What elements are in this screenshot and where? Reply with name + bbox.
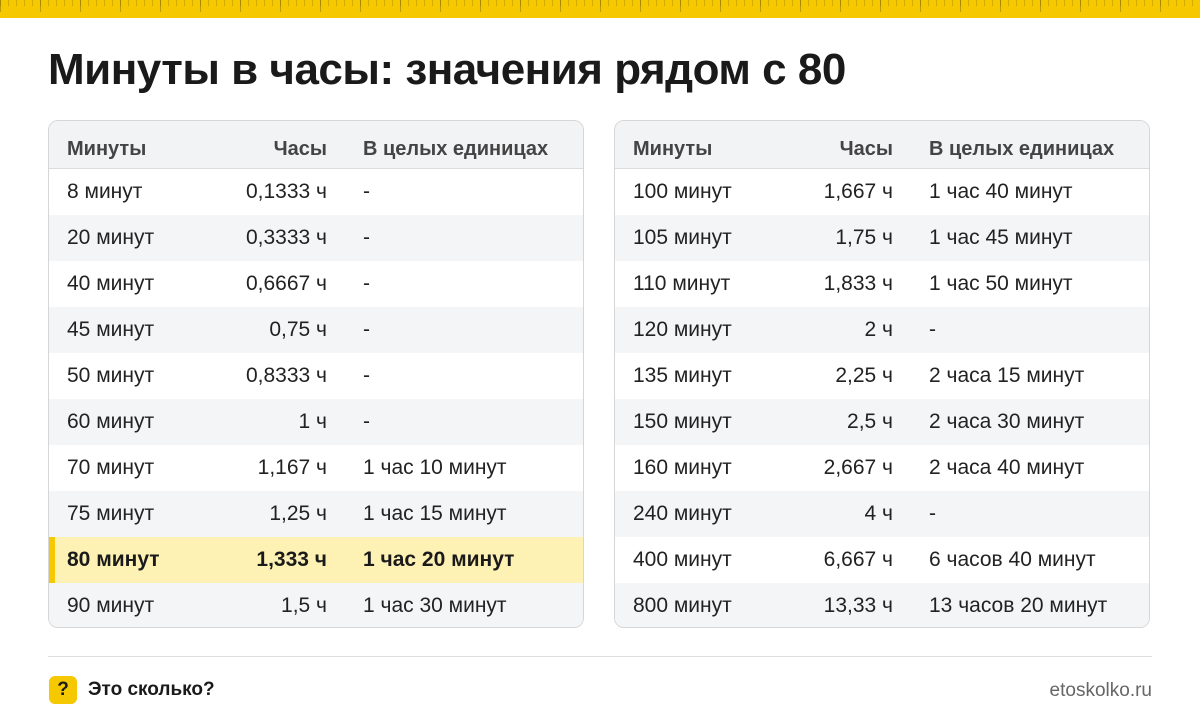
cell-hours: 1,25 ч: [269, 502, 327, 525]
cell-hours: 1,333 ч: [256, 548, 327, 571]
cell-minutes: 8 минут: [67, 180, 143, 203]
table-row: 45 минут 0,75 ч -: [49, 307, 583, 353]
cell-minutes: 160 минут: [633, 456, 732, 479]
brand-name: Это сколько?: [88, 679, 215, 700]
footer-divider: [48, 656, 1152, 657]
table-row: 400 минут 6,667 ч 6 часов 40 минут: [615, 537, 1149, 583]
cell-minutes: 240 минут: [633, 502, 732, 525]
cell-whole: -: [363, 180, 370, 203]
cell-minutes: 60 минут: [67, 410, 155, 433]
cell-hours: 1,167 ч: [257, 456, 327, 479]
cell-hours: 6,667 ч: [823, 548, 893, 571]
header-hours: Часы: [273, 138, 327, 160]
cell-hours: 0,8333 ч: [245, 364, 327, 387]
cell-whole: -: [363, 364, 370, 387]
cell-whole: 1 час 40 минут: [929, 180, 1073, 203]
cell-whole: -: [929, 318, 936, 341]
cell-hours: 13,33 ч: [823, 594, 893, 617]
cell-whole: -: [363, 318, 370, 341]
header-minutes: Минуты: [633, 138, 713, 160]
cell-whole: -: [363, 226, 370, 249]
table-row: 70 минут 1,167 ч 1 час 10 минут: [49, 445, 583, 491]
cell-whole: 13 часов 20 минут: [929, 594, 1108, 617]
table-row: 50 минут 0,8333 ч -: [49, 353, 583, 399]
cell-minutes: 75 минут: [67, 502, 155, 525]
table-row: 800 минут 13,33 ч 13 часов 20 минут: [615, 583, 1149, 627]
cell-minutes: 20 минут: [67, 226, 155, 249]
table-row: 75 минут 1,25 ч 1 час 15 минут: [49, 491, 583, 537]
cell-whole: 2 часа 30 минут: [929, 410, 1085, 433]
cell-hours: 0,1333 ч: [245, 180, 327, 203]
cell-minutes: 150 минут: [633, 410, 732, 433]
cell-whole: 6 часов 40 минут: [929, 548, 1096, 571]
table-row: 8 минут 0,1333 ч -: [49, 169, 583, 215]
cell-minutes: 800 минут: [633, 594, 732, 617]
table-row-highlighted: 80 минут 1,333 ч 1 час 20 минут: [49, 537, 583, 583]
cell-whole: 1 час 10 минут: [363, 456, 507, 479]
cell-whole: 1 час 20 минут: [363, 548, 515, 571]
table-row: 135 минут 2,25 ч 2 часа 15 минут: [615, 353, 1149, 399]
cell-minutes: 105 минут: [633, 226, 732, 249]
table-row: 60 минут 1 ч -: [49, 399, 583, 445]
table-row: 105 минут 1,75 ч 1 час 45 минут: [615, 215, 1149, 261]
cell-hours: 1,5 ч: [281, 594, 327, 617]
cell-hours: 2,5 ч: [847, 410, 893, 433]
table-row: 240 минут 4 ч -: [615, 491, 1149, 537]
cell-whole: -: [363, 410, 370, 433]
cell-whole: -: [363, 272, 370, 295]
cell-minutes: 40 минут: [67, 272, 155, 295]
cell-whole: 2 часа 40 минут: [929, 456, 1085, 479]
cell-hours: 2,667 ч: [823, 456, 893, 479]
cell-hours: 1,667 ч: [823, 180, 893, 203]
cell-minutes: 80 минут: [67, 548, 160, 571]
cell-whole: 1 час 45 минут: [929, 226, 1073, 249]
left-table: Минуты Часы В целых единицах 8 минут 0,1…: [48, 120, 584, 628]
header-whole: В целых единицах: [929, 138, 1115, 160]
site-link[interactable]: etoskolko.ru: [1050, 679, 1152, 703]
table-row: 110 минут 1,833 ч 1 час 50 минут: [615, 261, 1149, 307]
cell-hours: 2,25 ч: [835, 364, 893, 387]
table-row: 40 минут 0,6667 ч -: [49, 261, 583, 307]
cell-minutes: 45 минут: [67, 318, 155, 341]
cell-hours: 0,75 ч: [269, 318, 327, 341]
cell-hours: 0,6667 ч: [245, 272, 327, 295]
cell-hours: 2 ч: [864, 318, 893, 341]
cell-hours: 1 ч: [298, 410, 327, 433]
header-hours: Часы: [839, 138, 893, 160]
cell-minutes: 120 минут: [633, 318, 732, 341]
cell-whole: 1 час 15 минут: [363, 502, 507, 525]
cell-minutes: 70 минут: [67, 456, 155, 479]
cell-whole: 1 час 50 минут: [929, 272, 1073, 295]
cell-whole: 1 час 30 минут: [363, 594, 507, 617]
table-row: 20 минут 0,3333 ч -: [49, 215, 583, 261]
cell-minutes: 110 минут: [633, 272, 731, 295]
table-row: 160 минут 2,667 ч 2 часа 40 минут: [615, 445, 1149, 491]
cell-hours: 4 ч: [864, 502, 893, 525]
header-minutes: Минуты: [67, 138, 147, 160]
header-whole: В целых единицах: [363, 138, 549, 160]
cell-hours: 1,75 ч: [835, 226, 893, 249]
page-title: Минуты в часы: значения рядом с 80: [48, 45, 846, 94]
cell-whole: 2 часа 15 минут: [929, 364, 1085, 387]
cell-hours: 0,3333 ч: [245, 226, 327, 249]
cell-minutes: 90 минут: [67, 594, 155, 617]
cell-minutes: 135 минут: [633, 364, 732, 387]
cell-minutes: 100 минут: [633, 180, 732, 203]
question-mark-icon: ?: [49, 676, 77, 704]
cell-minutes: 400 минут: [633, 548, 732, 571]
table-header: Минуты Часы В целых единицах: [49, 121, 583, 169]
table-header: Минуты Часы В целых единицах: [615, 121, 1149, 169]
cell-minutes: 50 минут: [67, 364, 155, 387]
table-row: 90 минут 1,5 ч 1 час 30 минут: [49, 583, 583, 627]
table-row: 100 минут 1,667 ч 1 час 40 минут: [615, 169, 1149, 215]
table-row: 150 минут 2,5 ч 2 часа 30 минут: [615, 399, 1149, 445]
cell-hours: 1,833 ч: [823, 272, 893, 295]
right-table: Минуты Часы В целых единицах 100 минут 1…: [614, 120, 1150, 628]
cell-whole: -: [929, 502, 936, 525]
table-row: 120 минут 2 ч -: [615, 307, 1149, 353]
ruler-decoration: [0, 0, 1200, 18]
